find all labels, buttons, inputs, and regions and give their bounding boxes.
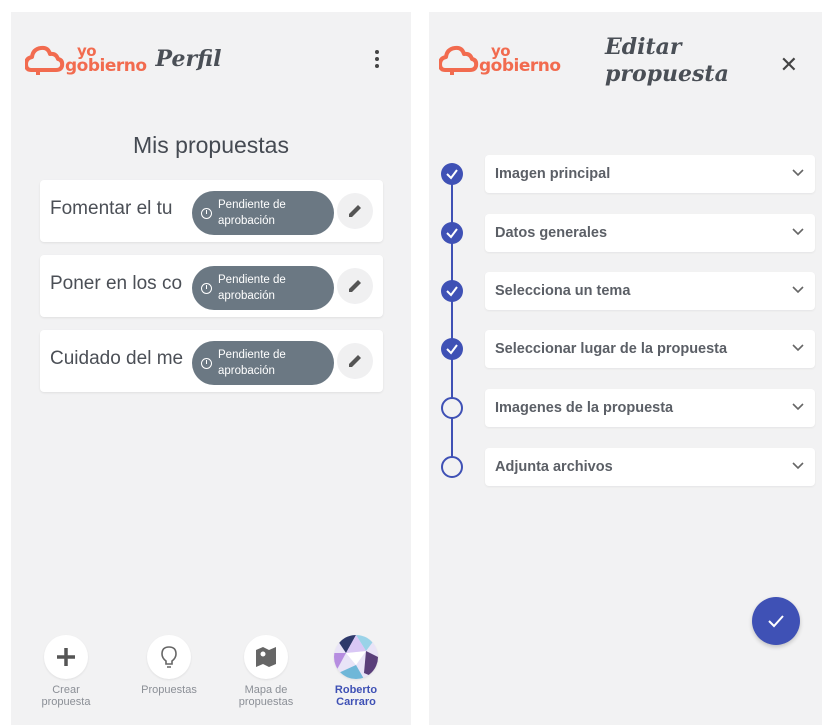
nav-propuestas[interactable]: Propuestas [124, 635, 214, 696]
edit-button[interactable] [337, 343, 373, 379]
chevron-down-icon [792, 344, 804, 352]
step-label: Selecciona un tema [495, 283, 631, 299]
status-line1: Pendiente de [218, 199, 286, 211]
pencil-icon [349, 205, 361, 217]
edit-button[interactable] [337, 193, 373, 229]
logo-gobierno-text: gobierno [479, 56, 561, 77]
chevron-down-icon [792, 462, 804, 470]
page-title-line1: Editar [605, 34, 682, 60]
chevron-down-icon [792, 169, 804, 177]
step-label: Adjunta archivos [495, 459, 613, 475]
yogobierno-logo: yo gobierno Perfil [25, 42, 221, 76]
step-datos-generales[interactable]: Datos generales [485, 214, 815, 252]
map-icon [256, 647, 276, 667]
step-pending-icon [441, 397, 463, 419]
proposal-title: Fomentar el tu [50, 198, 173, 219]
chevron-down-icon [792, 286, 804, 294]
step-label: Datos generales [495, 225, 608, 241]
lightbulb-icon [161, 646, 177, 668]
nav-label-line1: Propuestas [141, 684, 197, 696]
status-line2: aprobación [218, 290, 275, 302]
clock-icon [201, 282, 212, 294]
section-title: Mis propuestas [133, 132, 289, 158]
avatar [334, 635, 378, 679]
step-selecciona-un-tema[interactable]: Selecciona un tema [485, 272, 815, 310]
proposal-title: Poner en los co [50, 273, 183, 294]
step-complete-icon [441, 280, 463, 302]
step-adjunta-archivos[interactable]: Adjunta archivos [485, 448, 815, 486]
step-imagen-principal[interactable]: Imagen principal [485, 155, 815, 193]
status-line1: Pendiente de [218, 349, 286, 361]
step-complete-icon [441, 222, 463, 244]
logo-gobierno-text: gobierno [65, 56, 147, 77]
chevron-down-icon [792, 403, 804, 411]
status-badge: Pendiente de aprobación [192, 341, 334, 385]
nav-mapa-de-propuestas[interactable]: Mapa de propuestas [221, 635, 311, 708]
nav-profile[interactable]: Roberto Carraro [311, 635, 401, 708]
proposal-title: Cuidado del me [50, 348, 184, 369]
yogobierno-logo: yo gobierno [439, 42, 561, 76]
status-line2: aprobación [218, 215, 275, 227]
edit-button[interactable] [337, 268, 373, 304]
page-title: Perfil [155, 46, 222, 72]
more-vertical-icon[interactable] [375, 47, 381, 71]
pencil-icon [349, 355, 361, 367]
nav-label-line1: Crear [52, 684, 80, 696]
edit-proposal-screen: yo gobierno Editar propuesta ✕ Imagen pr… [429, 12, 822, 725]
check-icon [768, 615, 784, 628]
proposal-card[interactable]: Cuidado del me Pendiente de aprobación [40, 330, 383, 392]
step-label: Seleccionar lugar de la propuesta [495, 341, 728, 357]
nav-label-line1: Roberto [334, 684, 378, 696]
status-line2: aprobación [218, 365, 275, 377]
plus-icon [57, 648, 75, 666]
page-title: Editar propuesta [605, 34, 729, 88]
step-label: Imagenes de la propuesta [495, 400, 674, 416]
status-badge: Pendiente de aprobación [192, 191, 334, 235]
status-badge: Pendiente de aprobación [192, 266, 334, 310]
nav-label-line2: propuesta [41, 696, 91, 708]
cloud-hand-logo-icon [439, 45, 479, 75]
page-title-line2: propuesta [605, 61, 729, 87]
nav-crear-propuesta[interactable]: Crear propuesta [21, 635, 111, 708]
cloud-hand-logo-icon [25, 45, 65, 75]
stepper-line [451, 174, 453, 468]
status-line1: Pendiente de [218, 274, 286, 286]
step-complete-icon [441, 163, 463, 185]
nav-label-line1: Mapa de [244, 684, 288, 696]
bottom-nav: Crear propuesta Propuestas Mapa de propues… [11, 635, 411, 725]
step-seleccionar-lugar[interactable]: Seleccionar lugar de la propuesta [485, 330, 815, 368]
pencil-icon [349, 280, 361, 292]
step-label: Imagen principal [495, 166, 611, 182]
proposal-card[interactable]: Poner en los co Pendiente de aprobación [40, 255, 383, 317]
clock-icon [201, 207, 212, 219]
proposal-card[interactable]: Fomentar el tu Pendiente de aprobación [40, 180, 383, 242]
clock-icon [201, 357, 212, 369]
step-imagenes-de-la-propuesta[interactable]: Imagenes de la propuesta [485, 389, 815, 427]
confirm-button[interactable] [752, 597, 800, 645]
close-icon[interactable]: ✕ [780, 52, 798, 78]
chevron-down-icon [792, 228, 804, 236]
step-pending-icon [441, 456, 463, 478]
nav-label-line2: Carraro [336, 696, 376, 708]
nav-label-line2: propuestas [238, 696, 294, 708]
step-complete-icon [441, 338, 463, 360]
profile-screen: yo gobierno Perfil Mis propuestas Foment… [11, 12, 411, 725]
